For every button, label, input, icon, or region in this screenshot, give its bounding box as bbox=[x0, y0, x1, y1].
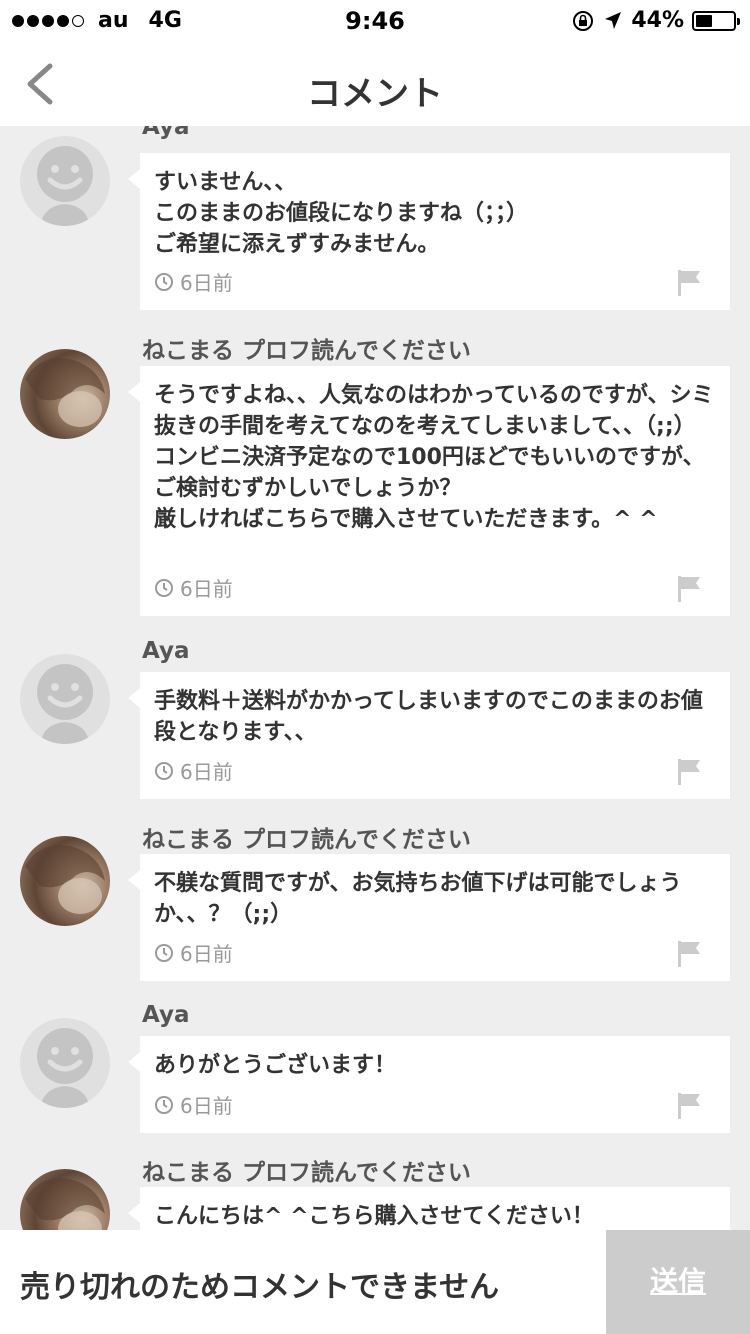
comment-meta: 6日前 bbox=[154, 1090, 233, 1119]
comment-username[interactable]: ねこまる プロフ読んでください bbox=[142, 820, 471, 854]
comment-meta: 6日前 bbox=[154, 573, 233, 602]
status-right: 44% bbox=[571, 8, 740, 33]
comment-meta: 6日前 bbox=[154, 756, 233, 785]
comment-disabled-notice: 売り切れのためコメントできません bbox=[20, 1270, 500, 1305]
default-avatar-icon bbox=[37, 1028, 93, 1108]
comment-text: こんにちは^ ^こちら購入させてください！ bbox=[154, 1204, 594, 1229]
comment-username[interactable]: ねこまる プロフ読んでください bbox=[142, 1153, 471, 1187]
comment-text: ありがとうございます！ bbox=[154, 1053, 397, 1078]
battery-icon bbox=[692, 10, 740, 31]
comment-text: すいません、、 このままのお値段になりますね（；；） ご希望に添えずすみません。 bbox=[154, 170, 529, 257]
battery-percent: 44% bbox=[631, 8, 684, 33]
comment-time: 6日前 bbox=[180, 271, 233, 295]
report-flag-icon[interactable] bbox=[676, 939, 702, 967]
comment-text: 不躾な質問ですが、お気持ちお値下げは可能でしょうか、、？（;;） bbox=[154, 871, 682, 927]
navigation-bar: コメント bbox=[0, 40, 750, 126]
comment-bubble: すいません、、 このままのお値段になりますね（；；） ご希望に添えずすみません。… bbox=[128, 153, 730, 310]
comment-time: 6日前 bbox=[180, 942, 233, 966]
send-button[interactable]: 送信 bbox=[606, 1230, 750, 1334]
avatar[interactable] bbox=[20, 136, 110, 226]
report-flag-icon[interactable] bbox=[676, 574, 702, 602]
comment-bubble: こんにちは^ ^こちら購入させてください！ bbox=[128, 1187, 730, 1230]
comment-username[interactable]: ねこまる プロフ読んでください bbox=[142, 331, 471, 365]
comment-bubble: 手数料＋送料がかかってしまいますのでこのままのお値段となります、、 6日前 bbox=[128, 672, 730, 799]
comment-bubble: そうですよね、、人気なのはわかっているのですが、シミ抜きの手間を考えてなのを考え… bbox=[128, 366, 730, 616]
user-photo bbox=[25, 1178, 105, 1230]
clock-icon bbox=[155, 761, 173, 780]
avatar[interactable] bbox=[20, 654, 110, 744]
user-photo bbox=[25, 358, 105, 427]
comment-text: そうですよね、、人気なのはわかっているのですが、シミ抜きの手間を考えてなのを考え… bbox=[154, 383, 714, 532]
status-bar: au 4G 9:46 44% bbox=[0, 0, 750, 40]
comment-list[interactable]: Aya すいません、、 このままのお値段になりますね（；；） ご希望に添えずすみ… bbox=[0, 126, 750, 1230]
avatar[interactable] bbox=[20, 1169, 110, 1230]
clock-icon bbox=[155, 578, 173, 597]
comment-bubble: ありがとうございます！ 6日前 bbox=[128, 1036, 730, 1133]
user-photo bbox=[25, 845, 105, 914]
clock-icon bbox=[155, 1095, 173, 1114]
location-arrow-icon bbox=[605, 11, 622, 29]
comment-time: 6日前 bbox=[180, 1094, 233, 1118]
comment-text: 手数料＋送料がかかってしまいますのでこのままのお値段となります、、 bbox=[154, 689, 703, 745]
comment-username[interactable]: Aya bbox=[142, 638, 190, 664]
comment-time: 6日前 bbox=[180, 760, 233, 784]
rotation-lock-icon bbox=[573, 10, 594, 31]
default-avatar-icon bbox=[37, 146, 93, 226]
comment-username[interactable]: Aya bbox=[142, 1002, 190, 1028]
clock-icon bbox=[155, 943, 173, 962]
avatar[interactable] bbox=[20, 836, 110, 926]
comment-footer: 売り切れのためコメントできません 送信 bbox=[0, 1230, 750, 1334]
comment-bubble: 不躾な質問ですが、お気持ちお値下げは可能でしょうか、、？（;;） 6日前 bbox=[128, 854, 730, 981]
report-flag-icon[interactable] bbox=[676, 1091, 702, 1119]
default-avatar-icon bbox=[37, 664, 93, 744]
comment-time: 6日前 bbox=[180, 577, 233, 601]
comment-username[interactable]: Aya bbox=[142, 126, 190, 140]
comment-meta: 6日前 bbox=[154, 267, 233, 296]
report-flag-icon[interactable] bbox=[676, 268, 702, 296]
comment-meta: 6日前 bbox=[154, 938, 233, 967]
avatar[interactable] bbox=[20, 349, 110, 439]
battery-level bbox=[696, 14, 712, 27]
avatar[interactable] bbox=[20, 1018, 110, 1108]
report-flag-icon[interactable] bbox=[676, 757, 702, 785]
page-title: コメント bbox=[307, 74, 443, 114]
clock-icon bbox=[155, 272, 173, 291]
